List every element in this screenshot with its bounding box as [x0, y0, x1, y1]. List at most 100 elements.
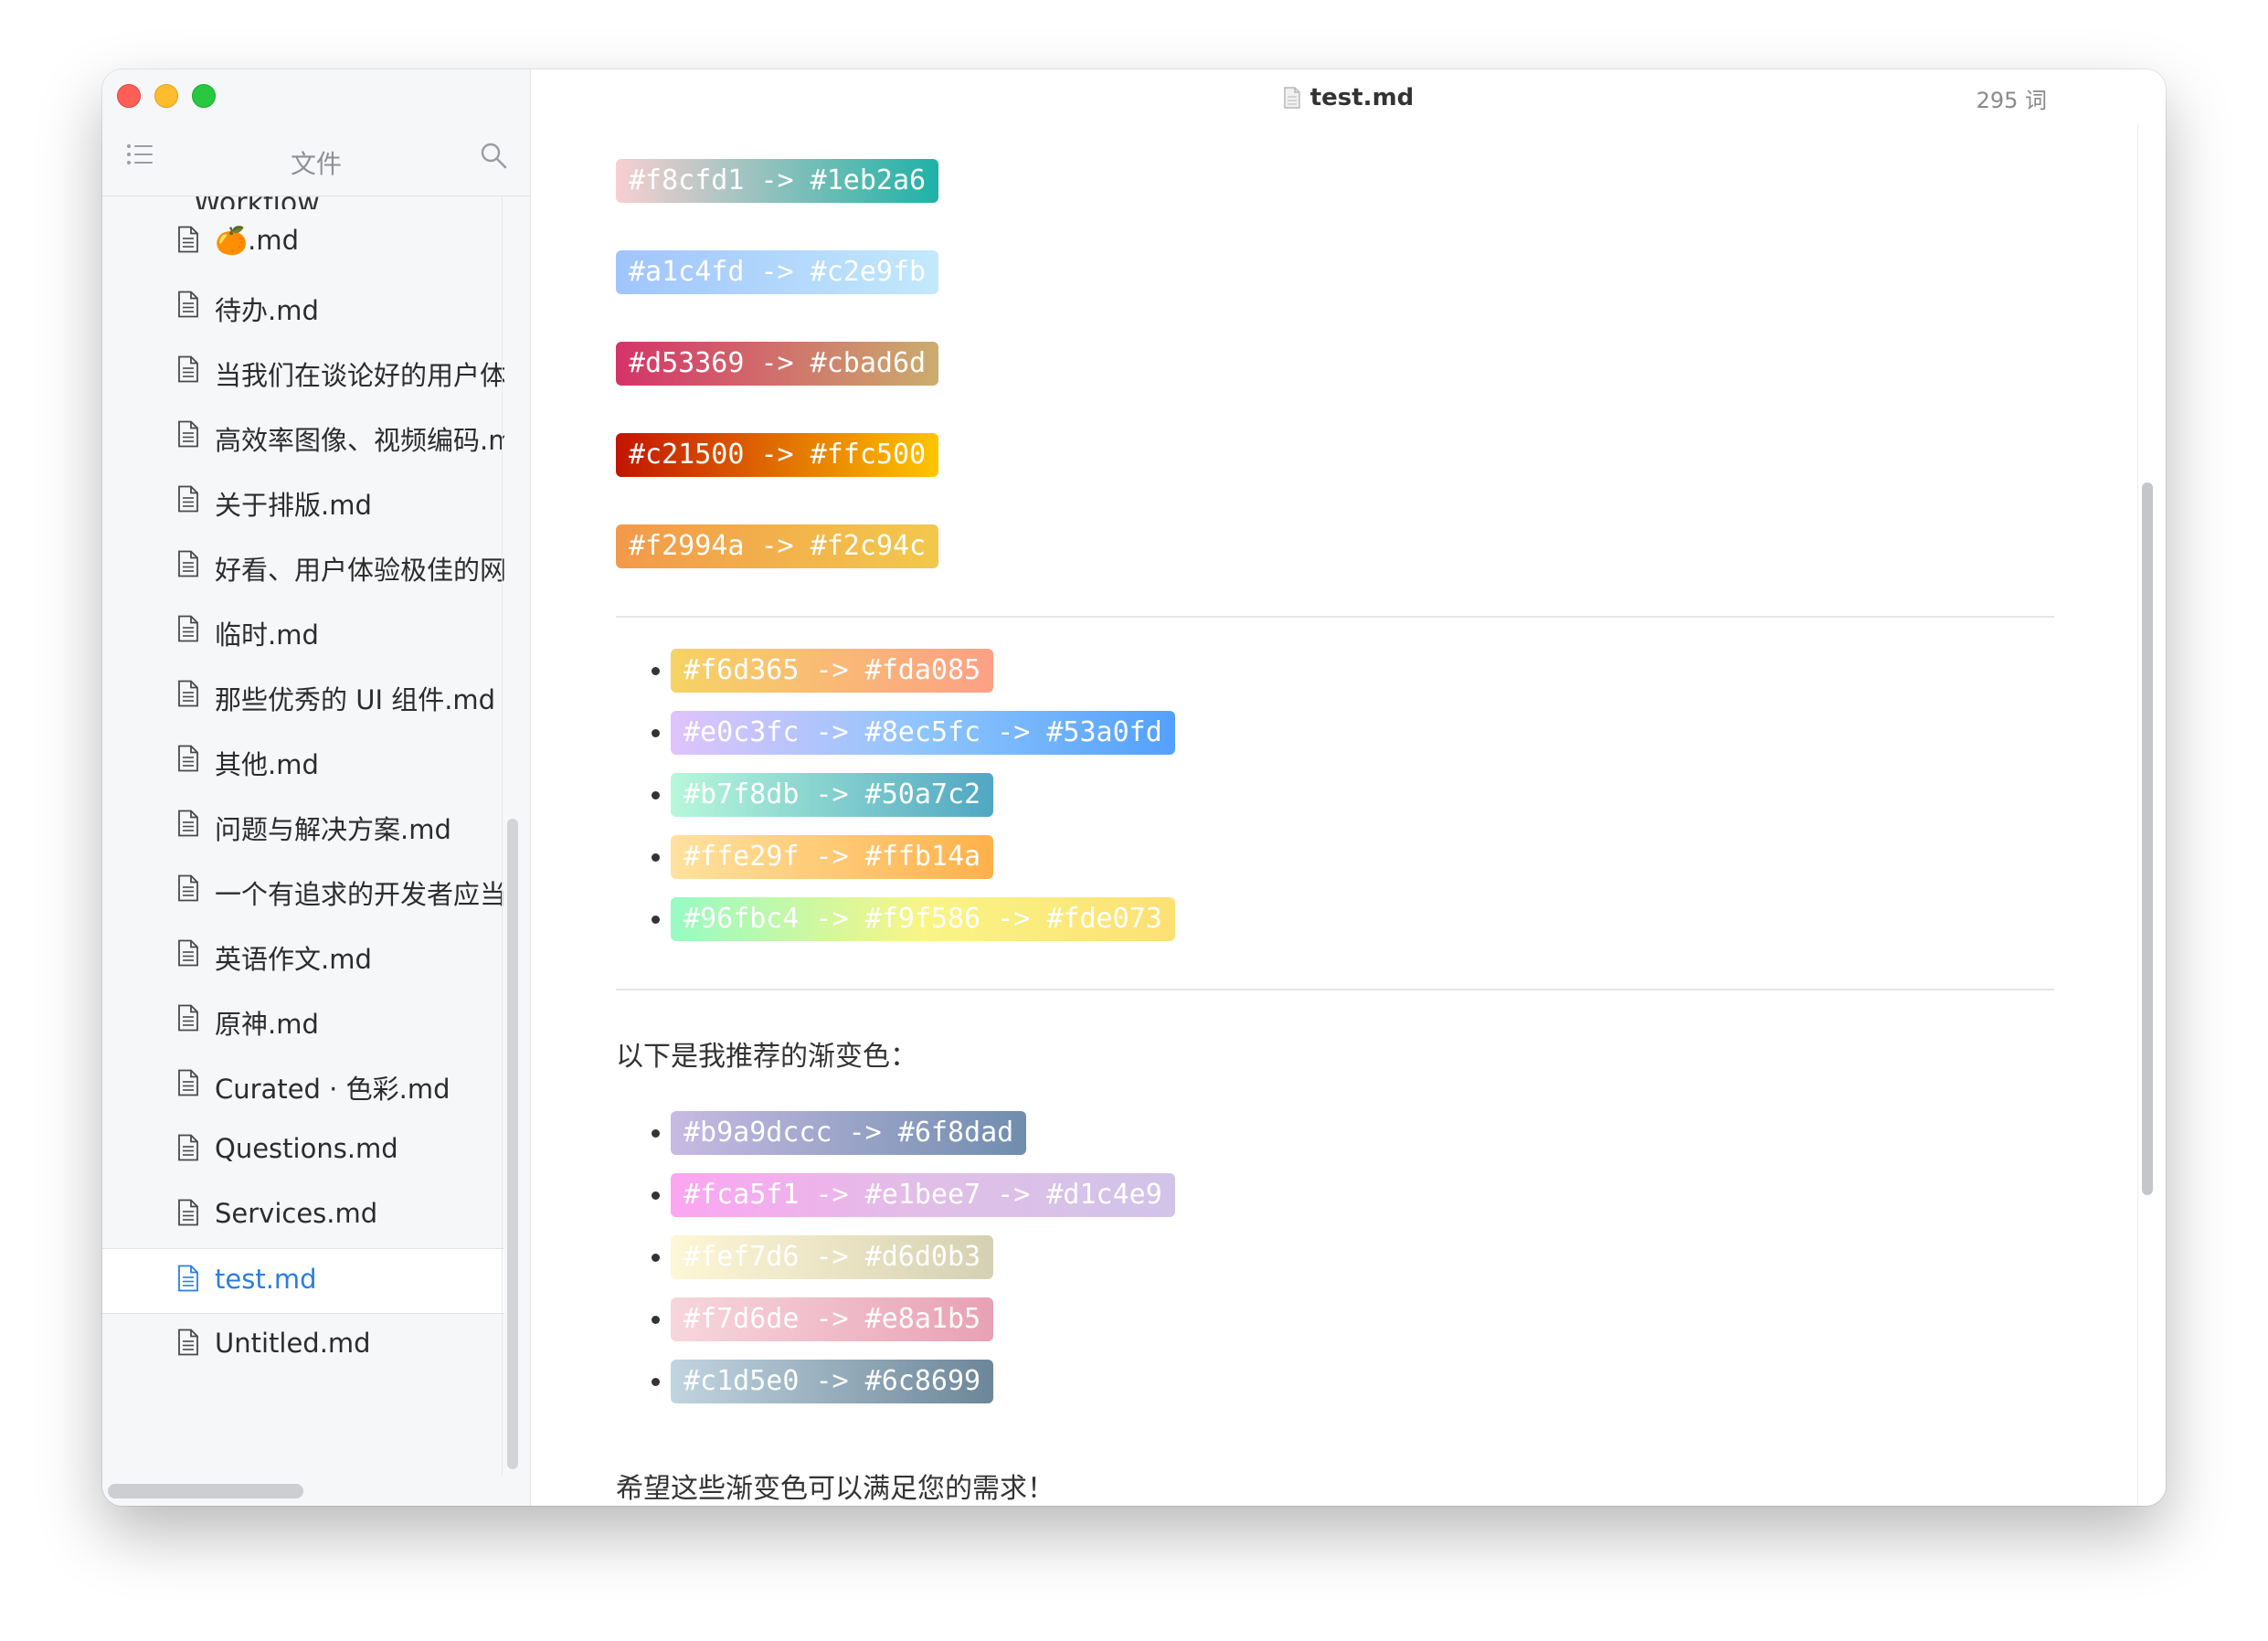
file-icon	[178, 1134, 198, 1161]
list-bullet	[652, 729, 660, 737]
file-icon	[178, 680, 198, 707]
sidebar-vertical-scrollbar[interactable]	[507, 819, 518, 1469]
file-icon	[178, 1004, 198, 1032]
file-name: 其他.md	[215, 749, 319, 780]
editor-scroll-track	[2137, 124, 2138, 1506]
file-name: 🍊.md	[215, 225, 299, 256]
file-item[interactable]: 一个有追求的开发者应当	[102, 859, 504, 923]
gradient-chip[interactable]: #f7d6de -> #e8a1b5	[671, 1297, 994, 1341]
file-name: Curated · 色彩.md	[215, 1074, 450, 1105]
sidebar-horizontal-scrollbar[interactable]	[108, 1484, 303, 1498]
gradient-chip[interactable]: #c1d5e0 -> #6c8699	[671, 1360, 994, 1403]
file-item[interactable]: Services.md	[102, 1183, 504, 1247]
file-icon	[178, 1265, 198, 1292]
list-bullet	[652, 667, 660, 675]
file-item[interactable]: test.md	[102, 1248, 504, 1314]
file-name: 关于排版.md	[215, 490, 372, 521]
sidebar-header: 文件	[102, 124, 530, 196]
gradient-chip[interactable]: #f8cfd1 -> #1eb2a6	[616, 159, 939, 203]
gradient-chip[interactable]: #f6d365 -> #fda085	[671, 649, 994, 693]
window-controls	[117, 84, 216, 108]
app-window: 文件 Workflow 🍊.md 待办.md 当我们在谈论好的用户体验高效率图像、视…	[102, 69, 2166, 1506]
sidebar: 文件 Workflow 🍊.md 待办.md 当我们在谈论好的用户体验高效率图像、视…	[102, 69, 531, 1506]
list-bullet	[652, 916, 660, 924]
file-icon	[178, 550, 198, 577]
file-name: 那些优秀的 UI 组件.md	[215, 684, 496, 715]
folder-item[interactable]: Workflow	[157, 196, 320, 209]
file-name: 英语作文.md	[215, 944, 372, 975]
list-bullet	[652, 1316, 660, 1324]
gradient-chip[interactable]: #b9a9dccc -> #6f8dad	[671, 1111, 1027, 1155]
list-bullet	[652, 1378, 660, 1386]
file-name: 一个有追求的开发者应当	[215, 879, 504, 910]
file-name: test.md	[215, 1264, 317, 1295]
close-button[interactable]	[117, 84, 141, 108]
gradient-chip[interactable]: #f2994a -> #f2c94c	[616, 524, 939, 568]
gradient-chip[interactable]: #fca5f1 -> #e1bee7 -> #d1c4e9	[671, 1173, 1175, 1217]
list-bullet	[652, 1129, 660, 1138]
file-icon	[178, 485, 198, 513]
list-bullet	[652, 1191, 660, 1200]
file-item[interactable]: Curated · 色彩.md	[102, 1053, 504, 1117]
document-content[interactable]: 以下是我推荐的渐变色： 希望这些渐变色可以满足您的需求！ #f8cfd1 -> …	[531, 69, 2084, 1506]
file-name: Questions.md	[215, 1133, 398, 1164]
file-name: 高效率图像、视频编码.md	[215, 425, 504, 456]
sidebar-title: 文件	[290, 149, 342, 179]
editor-vertical-scrollbar[interactable]	[2142, 482, 2153, 1195]
file-item[interactable]: 英语作文.md	[102, 924, 504, 988]
horizontal-rule	[616, 616, 2054, 618]
zoom-button[interactable]	[192, 84, 216, 108]
file-icon	[178, 355, 198, 383]
recommend-paragraph: 以下是我推荐的渐变色：	[616, 1041, 917, 1073]
file-item[interactable]: 临时.md	[102, 599, 504, 663]
file-name: 临时.md	[215, 619, 319, 651]
gradient-chip[interactable]: #ffe29f -> #ffb14a	[671, 835, 994, 879]
horizontal-rule	[616, 989, 2054, 990]
file-item[interactable]: 问题与解决方案.md	[102, 794, 504, 858]
gradient-chip[interactable]: #d53369 -> #cbad6d	[616, 342, 939, 386]
list-bullet	[652, 791, 660, 799]
file-item[interactable]: 其他.md	[102, 729, 504, 793]
editor: test.md 295 词 以下是我推荐的渐变色： 希望这些渐变色可以满足您的需…	[531, 69, 2166, 1506]
minimize-button[interactable]	[154, 84, 178, 108]
file-name: 当我们在谈论好的用户体验	[215, 360, 504, 391]
file-name: 好看、用户体验极佳的网页	[215, 555, 504, 586]
gradient-chip[interactable]: #b7f8db -> #50a7c2	[671, 773, 994, 817]
gradient-chip[interactable]: #c21500 -> #ffc500	[616, 433, 939, 477]
file-icon	[178, 420, 198, 448]
file-name: 待办.md	[215, 295, 319, 326]
file-name: 问题与解决方案.md	[215, 814, 451, 845]
file-icon	[178, 810, 198, 837]
gradient-chip[interactable]: #a1c4fd -> #c2e9fb	[616, 250, 939, 294]
gradient-chip[interactable]: #96fbc4 -> #f9f586 -> #fde073	[671, 897, 1175, 941]
file-name: Services.md	[215, 1198, 378, 1229]
file-name: Untitled.md	[215, 1328, 371, 1359]
gradient-chip[interactable]: #e0c3fc -> #8ec5fc -> #53a0fd	[671, 711, 1175, 755]
file-item[interactable]: 🍊.md	[102, 210, 504, 274]
file-item[interactable]: 好看、用户体验极佳的网页	[102, 535, 504, 598]
search-icon[interactable]	[479, 141, 508, 170]
file-icon	[178, 1329, 198, 1356]
file-item[interactable]: 高效率图像、视频编码.md	[102, 405, 504, 469]
file-icon	[178, 226, 198, 253]
file-item[interactable]: Untitled.md	[102, 1313, 504, 1377]
closing-paragraph: 希望这些渐变色可以满足您的需求！	[616, 1473, 1055, 1505]
file-list: Workflow 🍊.md 待办.md 当我们在谈论好的用户体验高效率图像、视频编码…	[102, 196, 504, 1506]
file-item[interactable]: 那些优秀的 UI 组件.md	[102, 664, 504, 728]
gradient-chip[interactable]: #fef7d6 -> #d6d0b3	[671, 1235, 994, 1279]
file-icon	[178, 1199, 198, 1226]
file-icon	[178, 1069, 198, 1096]
file-item[interactable]: 关于排版.md	[102, 470, 504, 534]
file-item[interactable]: Questions.md	[102, 1118, 504, 1182]
list-bullet	[652, 1254, 660, 1262]
file-icon	[178, 939, 198, 967]
file-icon	[178, 291, 198, 318]
folder-label: Workflow	[194, 196, 320, 209]
file-name: 原神.md	[215, 1009, 319, 1040]
list-bullet	[652, 853, 660, 862]
file-item[interactable]: 当我们在谈论好的用户体验	[102, 340, 504, 404]
file-item[interactable]: 原神.md	[102, 989, 504, 1053]
file-item[interactable]: 待办.md	[102, 275, 504, 339]
sidebar-divider	[502, 196, 503, 1476]
file-icon	[178, 615, 198, 642]
